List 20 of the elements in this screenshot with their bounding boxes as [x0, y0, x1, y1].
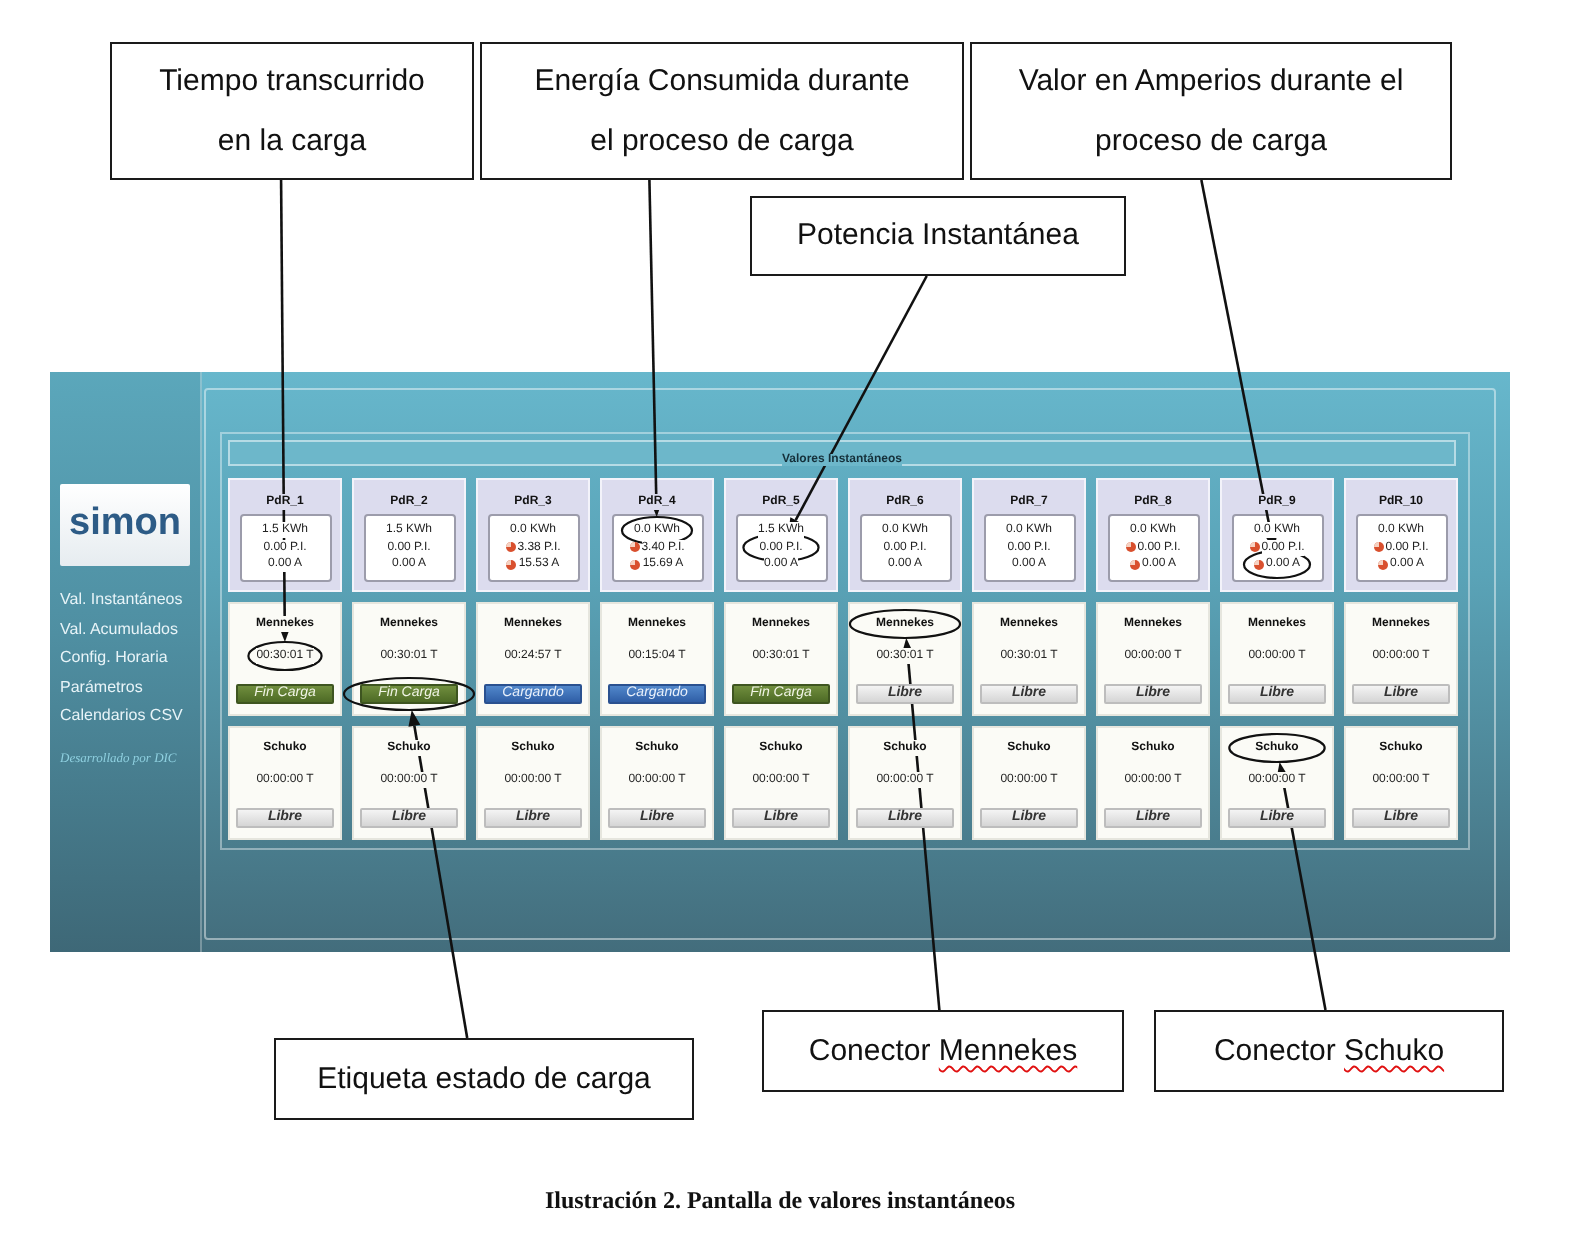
callout-label: Conector Schuko — [1154, 1010, 1504, 1092]
menu-item[interactable]: Config. Horaria — [60, 644, 200, 674]
highlight-ellipse — [342, 676, 476, 712]
callout-label: Tiempo transcurrido en la carga — [110, 42, 474, 180]
menu-item[interactable]: Calendarios CSV — [60, 702, 200, 732]
menu-item[interactable]: Val. Acumulados — [60, 615, 200, 645]
callout-label: Etiqueta estado de carga — [274, 1038, 694, 1120]
highlight-ellipse — [1242, 549, 1312, 580]
callout-label: Energía Consumida durante el proceso de carga — [480, 42, 964, 180]
highlight-ellipse — [1228, 732, 1326, 764]
logo: simon — [60, 484, 190, 566]
figure-caption: Ilustración 2. Pantalla de valores instantáneos — [544, 1186, 1016, 1214]
highlight-ellipse — [848, 608, 962, 640]
callout-label: Valor en Amperios durante el proceso de carga — [970, 42, 1452, 180]
highlight-ellipse — [247, 640, 323, 672]
menu-item[interactable]: Val. Instantáneos — [60, 586, 200, 616]
callout-label: Potencia Instantánea — [750, 196, 1126, 276]
menu-item[interactable]: Parámetros — [60, 673, 200, 703]
highlight-ellipse — [742, 532, 820, 563]
callout-label: Conector Mennekes — [762, 1010, 1124, 1092]
